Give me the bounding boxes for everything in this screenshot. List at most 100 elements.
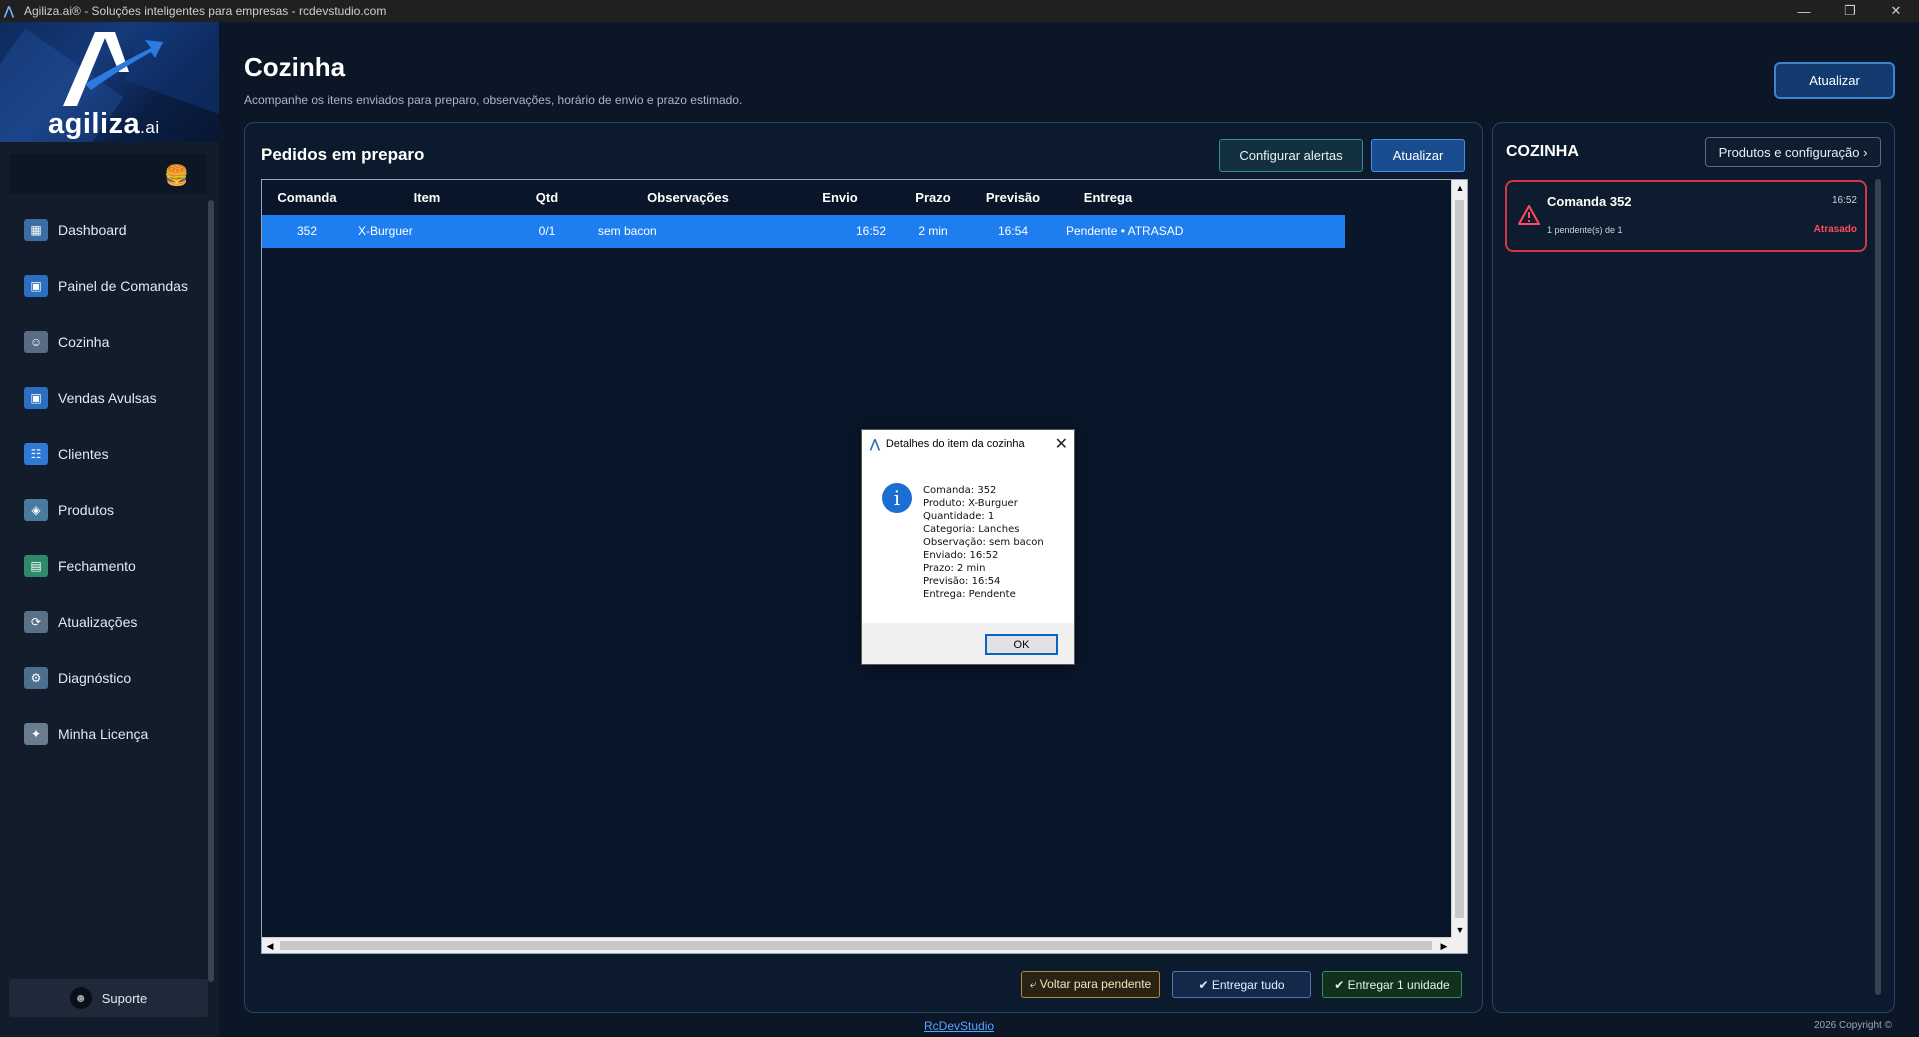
column-header-item[interactable]: Item — [352, 180, 502, 215]
products-icon: ◈ — [24, 499, 48, 521]
column-header-observacoes[interactable]: Observações — [592, 180, 784, 215]
dialog-line: Enviado: 16:52 — [923, 550, 999, 561]
column-header-previsao[interactable]: Previsão — [970, 180, 1056, 215]
app-logo-icon: ⋀ — [4, 4, 14, 18]
sidebar-item-minha-licenca[interactable]: ✦ Minha Licença — [0, 706, 205, 762]
scroll-corner — [1451, 937, 1467, 953]
horizontal-scroll-thumb[interactable] — [280, 941, 1432, 950]
restore-button[interactable]: ❐ — [1827, 0, 1873, 22]
sidebar: agiliza.ai 🍔 ▦ Dashboard ▣ Painel de Com… — [0, 22, 219, 1037]
sidebar-item-atualizacoes[interactable]: ⟳ Atualizações — [0, 594, 205, 650]
cell-qtd: 0/1 — [538, 224, 556, 238]
window-controls: — ❐ ✕ — [1781, 0, 1919, 22]
sidebar-item-vendas-avulsas[interactable]: ▣ Vendas Avulsas — [0, 370, 205, 426]
column-header-prazo[interactable]: Prazo — [896, 180, 970, 215]
sidebar-item-fechamento[interactable]: ▤ Fechamento — [0, 538, 205, 594]
logo-arrow-icon — [63, 32, 163, 106]
deliver-one-button[interactable]: ✔ Entregar 1 unidade — [1322, 971, 1462, 998]
item-details-dialog: ⋀ Detalhes do item da cozinha ✕ i Comand… — [861, 429, 1075, 665]
support-agent-icon: ☻ — [69, 987, 92, 1009]
cell-prazo: 2 min — [918, 224, 948, 238]
sidebar-item-label: Diagnóstico — [58, 670, 132, 686]
minimize-button[interactable]: — — [1781, 0, 1827, 22]
sidebar-item-cozinha[interactable]: ☺ Cozinha — [0, 314, 205, 370]
dialog-close-icon[interactable]: ✕ — [1055, 434, 1068, 454]
ok-button[interactable]: OK — [985, 634, 1058, 655]
cell-comanda: 352 — [296, 224, 318, 238]
close-window-button[interactable]: ✕ — [1873, 0, 1919, 22]
order-card-title: Comanda 352 — [1547, 194, 1632, 209]
sidebar-nav: ▦ Dashboard ▣ Painel de Comandas ☺ Cozin… — [0, 202, 205, 762]
sidebar-item-label: Dashboard — [58, 222, 127, 238]
orders-refresh-button[interactable]: Atualizar — [1371, 139, 1465, 172]
cell-item: X-Burguer — [358, 224, 413, 238]
info-icon: i — [882, 483, 912, 513]
kitchen-side-panel: COZINHA Produtos e configuração › Comand… — [1492, 122, 1895, 1013]
sidebar-item-label: Fechamento — [58, 558, 136, 574]
clients-icon: ☷ — [24, 443, 48, 465]
scroll-left-icon[interactable]: ◀ — [262, 938, 278, 954]
cell-entrega: Pendente • ATRASAD — [1066, 224, 1184, 238]
vertical-scroll-thumb[interactable] — [1455, 200, 1464, 918]
sidebar-search-area[interactable]: 🍔 — [9, 154, 207, 194]
orders-panel-title: Pedidos em preparo — [261, 145, 425, 164]
sidebar-item-label: Cozinha — [58, 334, 110, 350]
sidebar-item-clientes[interactable]: ☷ Clientes — [0, 426, 205, 482]
license-icon: ✦ — [24, 723, 48, 745]
header-refresh-button[interactable]: Atualizar — [1774, 62, 1895, 99]
brand-name: agiliza.ai — [48, 108, 160, 140]
dashboard-icon: ▦ — [24, 219, 48, 241]
app-logo-icon: ⋀ — [870, 437, 880, 451]
scroll-right-icon[interactable]: ▶ — [1436, 938, 1452, 954]
dialog-line: Observação: sem bacon — [923, 537, 1044, 548]
chef-icon: ☺ — [24, 331, 48, 353]
sidebar-item-label: Minha Licença — [58, 726, 149, 742]
products-config-button[interactable]: Produtos e configuração › — [1705, 137, 1881, 167]
configure-alerts-button[interactable]: Configurar alertas — [1219, 139, 1363, 172]
sidebar-item-dashboard[interactable]: ▦ Dashboard — [0, 202, 205, 258]
table-row[interactable]: 352 X-Burguer 0/1 sem bacon 16:52 2 min … — [262, 215, 1345, 248]
footer-link[interactable]: RcDevStudio — [924, 1019, 994, 1033]
order-card-pending: 1 pendente(s) de 1 — [1547, 225, 1623, 235]
brand-logo: agiliza.ai — [0, 22, 219, 142]
kitchen-panel-title: COZINHA — [1506, 143, 1579, 160]
column-header-qtd[interactable]: Qtd — [502, 180, 592, 215]
sidebar-item-label: Vendas Avulsas — [58, 390, 157, 406]
sales-icon: ▣ — [24, 387, 48, 409]
table-vertical-scrollbar[interactable]: ▲ ▼ — [1451, 180, 1467, 938]
closing-icon: ▤ — [24, 555, 48, 577]
sidebar-item-diagnostico[interactable]: ⚙ Diagnóstico — [0, 650, 205, 706]
dialog-line: Categoria: Lanches — [923, 524, 1020, 535]
dialog-message: Comanda: 352 Produto: X-Burguer Quantida… — [923, 484, 1044, 601]
column-header-entrega[interactable]: Entrega — [1056, 180, 1160, 215]
deliver-all-button[interactable]: ✔ Entregar tudo — [1172, 971, 1311, 998]
scroll-down-icon[interactable]: ▼ — [1452, 922, 1468, 938]
window-title: Agiliza.ai® - Soluções inteligentes para… — [24, 4, 387, 18]
sidebar-scrollbar[interactable] — [208, 200, 214, 982]
kitchen-panel-scrollbar[interactable] — [1875, 179, 1881, 995]
panel-icon: ▣ — [24, 275, 48, 297]
burger-icon[interactable]: 🍔 — [164, 163, 189, 188]
dialog-footer: OK — [862, 623, 1074, 664]
scroll-up-icon[interactable]: ▲ — [1452, 180, 1468, 196]
dialog-line: Produto: X-Burguer — [923, 498, 1018, 509]
table-header: Comanda Item Qtd Observações Envio Prazo… — [262, 180, 1345, 215]
sidebar-item-produtos[interactable]: ◈ Produtos — [0, 482, 205, 538]
dialog-line: Previsão: 16:54 — [923, 576, 1001, 587]
order-card-status: Atrasado — [1813, 224, 1857, 235]
table-horizontal-scrollbar[interactable]: ◀ ▶ — [262, 937, 1452, 953]
dialog-title: Detalhes do item da cozinha — [885, 438, 1025, 450]
column-header-comanda[interactable]: Comanda — [262, 180, 352, 215]
cell-envio: 16:52 — [855, 224, 886, 238]
order-card[interactable]: Comanda 352 16:52 1 pendente(s) de 1 Atr… — [1505, 180, 1867, 252]
sidebar-item-painel-de-comandas[interactable]: ▣ Painel de Comandas — [0, 258, 205, 314]
back-to-pending-button[interactable]: ⤶ Voltar para pendente — [1021, 971, 1160, 998]
column-header-envio[interactable]: Envio — [784, 180, 896, 215]
order-card-time: 16:52 — [1831, 195, 1857, 206]
dialog-line: Comanda: 352 — [923, 485, 997, 496]
support-label: Suporte — [101, 990, 148, 1006]
dialog-line: Prazo: 2 min — [923, 563, 986, 574]
window-titlebar: ⋀ Agiliza.ai® - Soluções inteligentes pa… — [0, 0, 1919, 22]
support-button[interactable]: ☻ Suporte — [9, 979, 208, 1017]
warning-icon — [1518, 205, 1540, 225]
